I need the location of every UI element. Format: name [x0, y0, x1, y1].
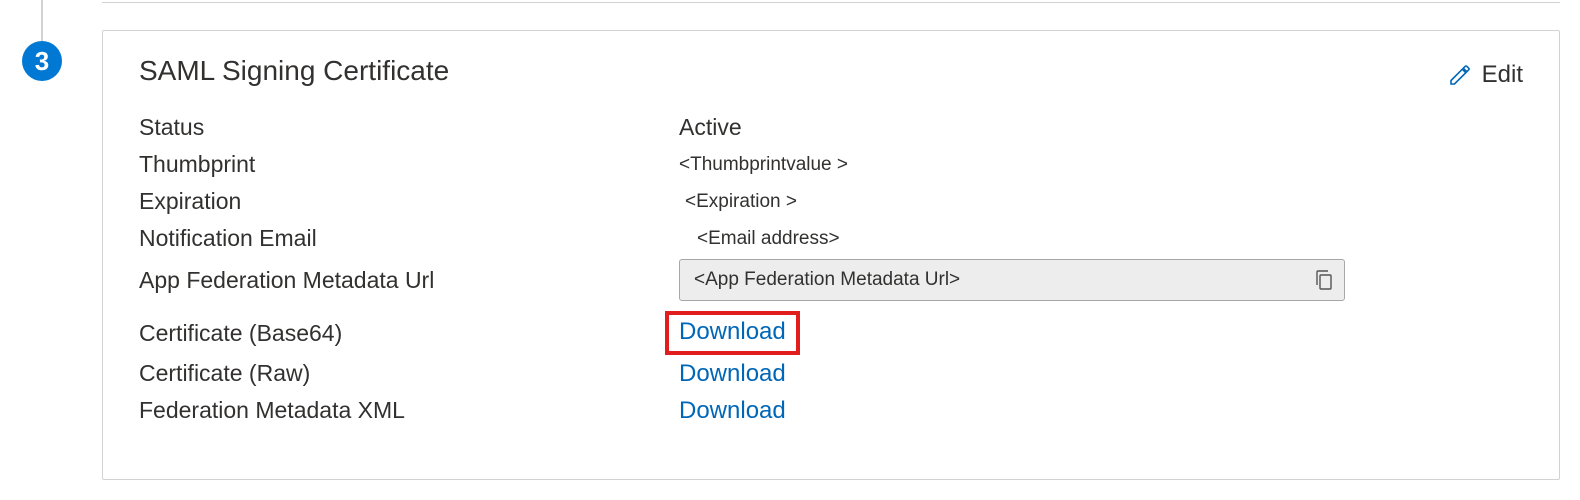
previous-card-border [102, 0, 1560, 3]
expiration-label: Expiration [139, 188, 679, 215]
copy-icon[interactable] [1314, 269, 1334, 291]
edit-button[interactable]: Edit [1448, 61, 1523, 89]
step-connector-line [41, 0, 43, 41]
row-cert-raw: Certificate (Raw) Download [139, 355, 1523, 392]
step-badge: 3 [22, 41, 62, 81]
fed-meta-xml-label: Federation Metadata XML [139, 397, 679, 424]
fed-meta-xml-download-link[interactable]: Download [679, 397, 786, 425]
row-notification-email: Notification Email <Email address> [139, 220, 1523, 257]
thumbprint-label: Thumbprint [139, 151, 679, 178]
app-federation-url-label: App Federation Metadata Url [139, 267, 679, 294]
saml-signing-certificate-card: SAML Signing Certificate Edit Status Act… [102, 30, 1560, 480]
cert-base64-download-link[interactable]: Download [665, 311, 800, 355]
status-value: Active [679, 114, 742, 141]
app-federation-url-input[interactable]: <App Federation Metadata Url> [679, 259, 1345, 301]
cert-raw-download-link[interactable]: Download [679, 360, 786, 388]
status-label: Status [139, 114, 679, 141]
row-cert-base64: Certificate (Base64) Download [139, 311, 1523, 355]
expiration-value: <Expiration > [685, 191, 797, 213]
notification-email-label: Notification Email [139, 225, 679, 252]
row-app-federation-url: App Federation Metadata Url <App Federat… [139, 257, 1523, 303]
app-federation-url-value: <App Federation Metadata Url> [694, 269, 1306, 291]
row-status: Status Active [139, 109, 1523, 146]
pencil-icon [1448, 63, 1472, 87]
card-title: SAML Signing Certificate [139, 55, 1523, 87]
cert-raw-label: Certificate (Raw) [139, 360, 679, 387]
notification-email-value: <Email address> [697, 228, 840, 250]
cert-base64-label: Certificate (Base64) [139, 320, 679, 347]
field-rows: Status Active Thumbprint <Thumbprintvalu… [139, 109, 1523, 429]
edit-button-label: Edit [1482, 61, 1523, 89]
row-expiration: Expiration <Expiration > [139, 183, 1523, 220]
row-thumbprint: Thumbprint <Thumbprintvalue > [139, 146, 1523, 183]
row-fed-meta-xml: Federation Metadata XML Download [139, 392, 1523, 429]
thumbprint-value: <Thumbprintvalue > [679, 154, 848, 176]
